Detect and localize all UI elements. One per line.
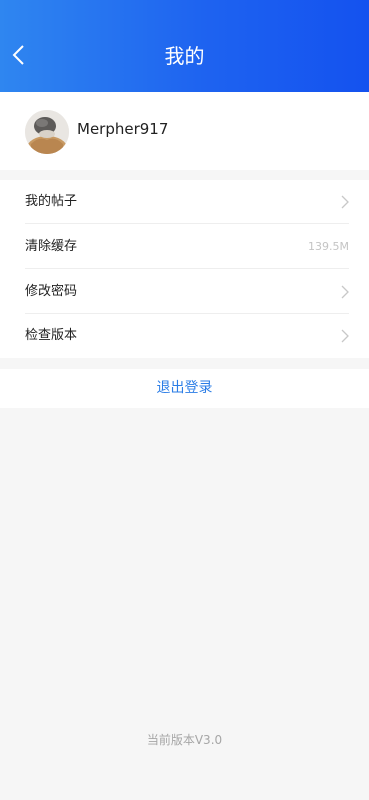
menu-item-label: 清除缓存 [25, 239, 78, 254]
menu-item-my-posts[interactable]: 我的帖子 [0, 180, 369, 224]
divider [25, 223, 349, 224]
settings-menu: 我的帖子 清除缓存 139.5M 修改密码 检查版本 [0, 180, 369, 358]
avatar-image [25, 110, 69, 154]
logout-button[interactable]: 退出登录 [0, 369, 369, 408]
chevron-right-icon [341, 285, 349, 299]
cache-size: 139.5M [308, 240, 349, 253]
menu-item-label: 修改密码 [25, 284, 78, 299]
menu-item-clear-cache[interactable]: 清除缓存 139.5M [0, 225, 369, 269]
profile-card[interactable]: Merpher917 [0, 92, 369, 170]
page-title: 我的 [164, 44, 205, 68]
username: Merpher917 [77, 120, 169, 138]
avatar[interactable] [25, 110, 69, 154]
menu-item-label: 我的帖子 [25, 194, 78, 209]
menu-item-check-version[interactable]: 检查版本 [0, 314, 369, 358]
menu-item-label: 检查版本 [25, 328, 78, 343]
chevron-right-icon [341, 195, 349, 209]
chevron-right-icon [341, 329, 349, 343]
divider [25, 268, 349, 269]
version-text: 当前版本V3.0 [146, 733, 223, 747]
menu-item-change-password[interactable]: 修改密码 [0, 270, 369, 314]
top-app-bar: 我的 [0, 0, 369, 92]
